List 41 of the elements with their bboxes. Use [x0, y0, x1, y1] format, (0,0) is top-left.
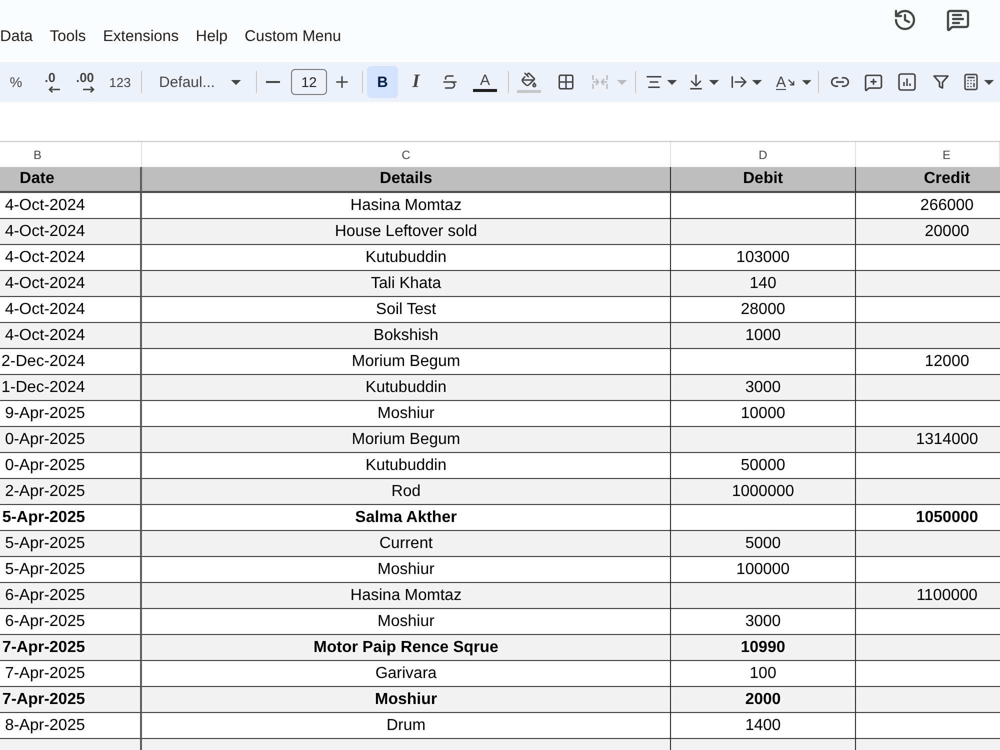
menu-item[interactable]: Tools	[50, 28, 86, 46]
color-bar-icon	[517, 90, 541, 92]
arrow-left-icon	[48, 86, 60, 92]
caret-icon	[752, 80, 762, 84]
arrow-right-icon	[83, 86, 95, 92]
plus-icon	[333, 73, 351, 91]
merge-icon	[591, 73, 609, 91]
caret-icon	[984, 80, 994, 84]
grid-icon	[557, 73, 575, 91]
percent-button[interactable]: %	[0, 66, 32, 98]
arrow-down-to-line-icon	[687, 73, 705, 91]
caret-icon	[617, 80, 627, 84]
decrease-decimal-button[interactable]: .0	[34, 66, 66, 98]
caret-icon	[709, 80, 719, 84]
menu-item[interactable]: Extensions	[102, 28, 179, 46]
caret-icon	[667, 80, 677, 84]
number-format-button[interactable]: 123	[104, 66, 136, 98]
paint-bucket-icon	[521, 72, 537, 88]
increase-decimal-button[interactable]: .00	[69, 66, 101, 98]
font-size-field[interactable]: 12	[291, 69, 327, 95]
menu-item[interactable]: Help	[196, 28, 228, 46]
arrow-icon	[788, 78, 795, 86]
text-color-button[interactable]: A	[470, 66, 500, 98]
italic-button[interactable]: I	[401, 66, 431, 98]
align-center-icon	[645, 73, 663, 91]
menu-item[interactable]: Custom Menu	[244, 28, 342, 46]
menu-item[interactable]: Data	[0, 28, 33, 46]
minus-icon	[266, 81, 280, 83]
bar-chart-icon	[898, 73, 916, 91]
filter-icon	[933, 74, 949, 90]
font-dropdown[interactable]: Defaul...	[148, 66, 248, 98]
comment-plus-icon	[864, 72, 882, 92]
bold-button[interactable]: B	[367, 66, 398, 98]
history-icon[interactable]	[893, 8, 917, 32]
caret-icon	[802, 80, 811, 84]
caret-icon	[231, 80, 241, 84]
strikethrough-icon	[441, 73, 459, 91]
calculator-icon	[962, 73, 980, 91]
comments-icon[interactable]	[946, 8, 970, 32]
color-bar-icon	[473, 88, 497, 92]
text-rotation-button[interactable]: A	[769, 66, 811, 98]
